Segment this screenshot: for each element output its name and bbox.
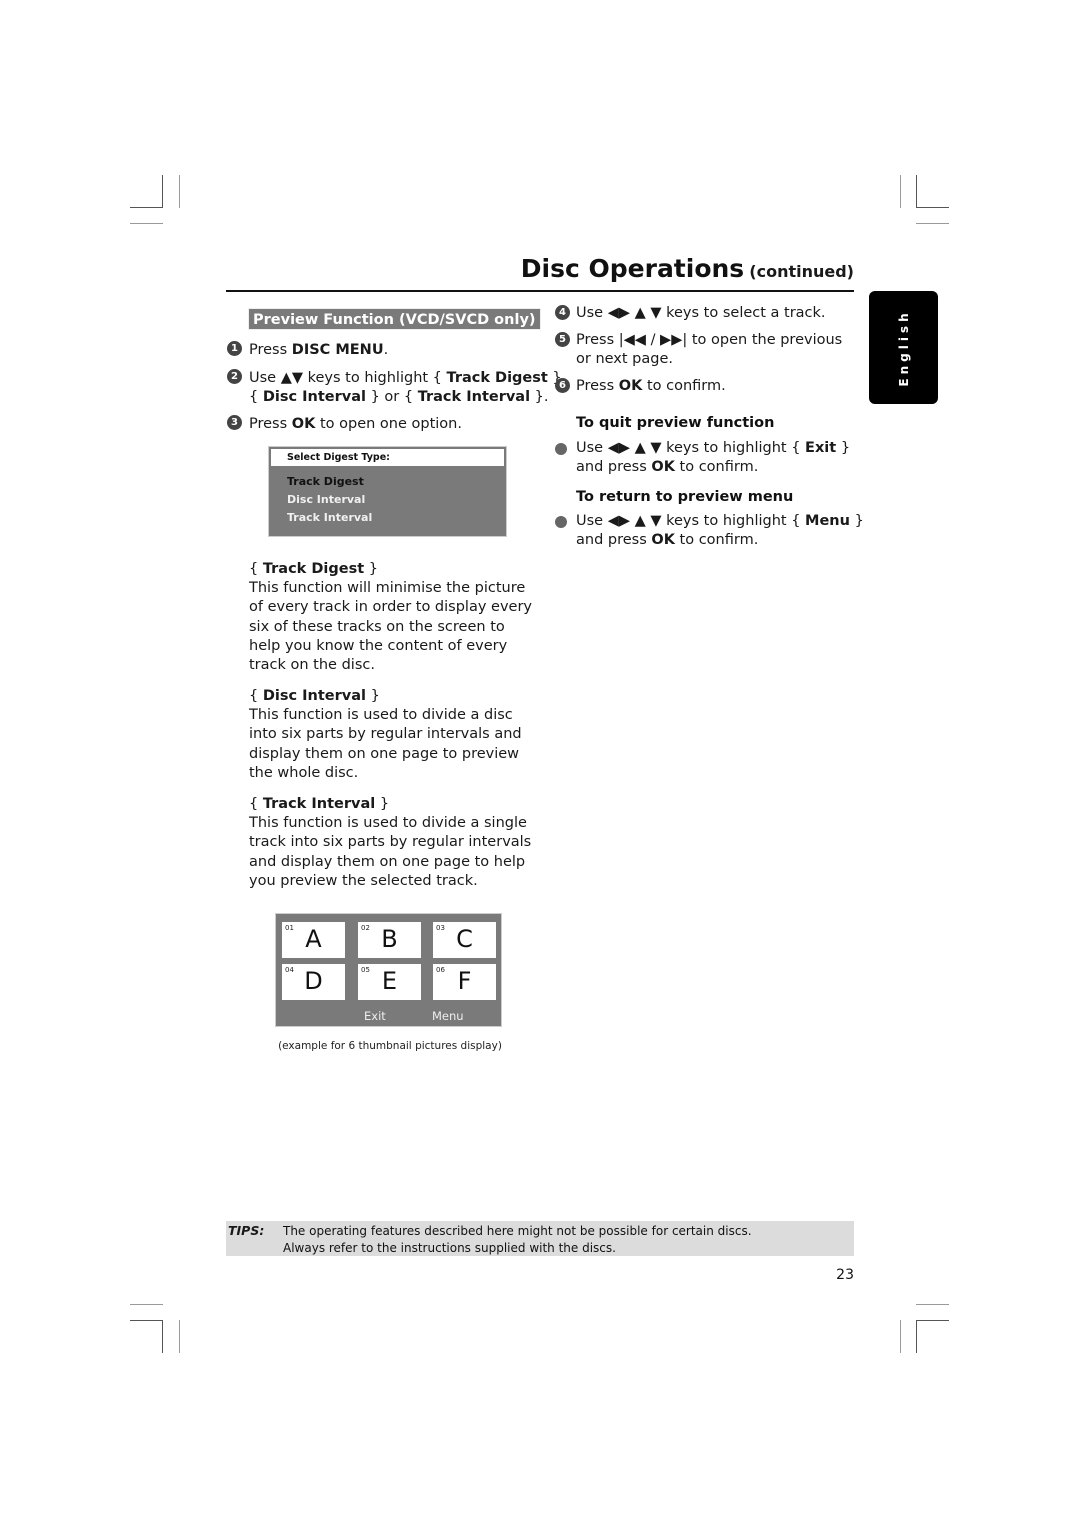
- step-4: Use ◀▶ ▲ ▼ keys to select a track.: [576, 305, 826, 321]
- digest-option-disc-interval: Disc Interval: [287, 493, 366, 506]
- thumbnail: 02 B: [358, 922, 421, 958]
- thumbnail: 06 F: [433, 964, 496, 1000]
- step-number-1: 1: [227, 341, 242, 356]
- crop-mark: [130, 207, 163, 208]
- exit-label: Exit: [364, 1009, 386, 1023]
- quit-preview-instruction: Use ◀▶ ▲ ▼ keys to highlight { Exit } an…: [576, 440, 851, 475]
- step-6: Press OK to confirm.: [576, 378, 726, 394]
- description-track-interval: { Track Interval } This function is used…: [249, 796, 532, 889]
- page-header: Disc Operations (continued): [226, 252, 854, 292]
- step-number-4: 4: [555, 305, 570, 320]
- step-number-3: 3: [227, 415, 242, 430]
- step-3: Press OK to open one option.: [249, 416, 462, 432]
- step-number-5: 5: [555, 332, 570, 347]
- page-title: Disc Operations: [520, 254, 745, 283]
- thumbnail-caption: (example for 6 thumbnail pictures displa…: [278, 1040, 502, 1052]
- crop-mark: [130, 1304, 163, 1305]
- thumbnail: 03 C: [433, 922, 496, 958]
- return-preview-instruction: Use ◀▶ ▲ ▼ keys to highlight { Menu } an…: [576, 513, 864, 548]
- crop-mark: [916, 1304, 949, 1305]
- crop-mark: [916, 207, 949, 208]
- step-2: Use ▲▼ keys to highlight { Track Digest …: [249, 370, 567, 405]
- digest-menu-header: Select Digest Type:: [271, 449, 504, 466]
- description-disc-interval: { Disc Interval } This function is used …: [249, 688, 522, 781]
- language-label: English: [896, 308, 911, 387]
- digest-option-track-digest: Track Digest: [287, 475, 364, 488]
- thumbnail: 05 E: [358, 964, 421, 1000]
- crop-mark: [130, 223, 163, 224]
- crop-mark: [916, 1320, 949, 1321]
- page-title-suffix: (continued): [749, 262, 854, 281]
- digest-type-menu: Select Digest Type: Track Digest Disc In…: [268, 446, 507, 537]
- crop-mark: [916, 1320, 917, 1353]
- section-heading: Preview Function (VCD/SVCD only): [248, 308, 541, 330]
- crop-mark: [900, 175, 901, 208]
- crop-mark: [162, 175, 163, 208]
- crop-mark: [900, 1320, 901, 1353]
- return-preview-heading: To return to preview menu: [576, 489, 794, 505]
- crop-mark: [179, 1320, 180, 1353]
- step-1: Press DISC MENU.: [249, 342, 389, 358]
- tips-text: The operating features described here mi…: [283, 1224, 752, 1255]
- menu-label: Menu: [432, 1009, 464, 1023]
- crop-mark: [130, 1320, 163, 1321]
- quit-preview-heading: To quit preview function: [576, 415, 775, 431]
- bullet-icon: [555, 516, 567, 528]
- page-number: 23: [836, 1267, 854, 1283]
- thumbnail: 01 A: [282, 922, 345, 958]
- crop-mark: [916, 175, 917, 208]
- crop-mark: [179, 175, 180, 208]
- step-number-6: 6: [555, 378, 570, 393]
- thumbnail-preview: 01 A 02 B 03 C 04 D 05 E 06 F Exit Menu: [275, 913, 502, 1027]
- bullet-icon: [555, 443, 567, 455]
- step-number-2: 2: [227, 369, 242, 384]
- tips-label: TIPS:: [228, 1223, 265, 1238]
- crop-mark: [916, 223, 949, 224]
- digest-option-track-interval: Track Interval: [287, 511, 373, 524]
- thumbnail: 04 D: [282, 964, 345, 1000]
- description-track-digest: { Track Digest } This function will mini…: [249, 561, 532, 674]
- crop-mark: [162, 1320, 163, 1353]
- step-5: Press |◀◀ / ▶▶| to open the previous or …: [576, 332, 843, 367]
- language-tab: English: [869, 291, 938, 404]
- tips-box: TIPS: The operating features described h…: [226, 1221, 854, 1256]
